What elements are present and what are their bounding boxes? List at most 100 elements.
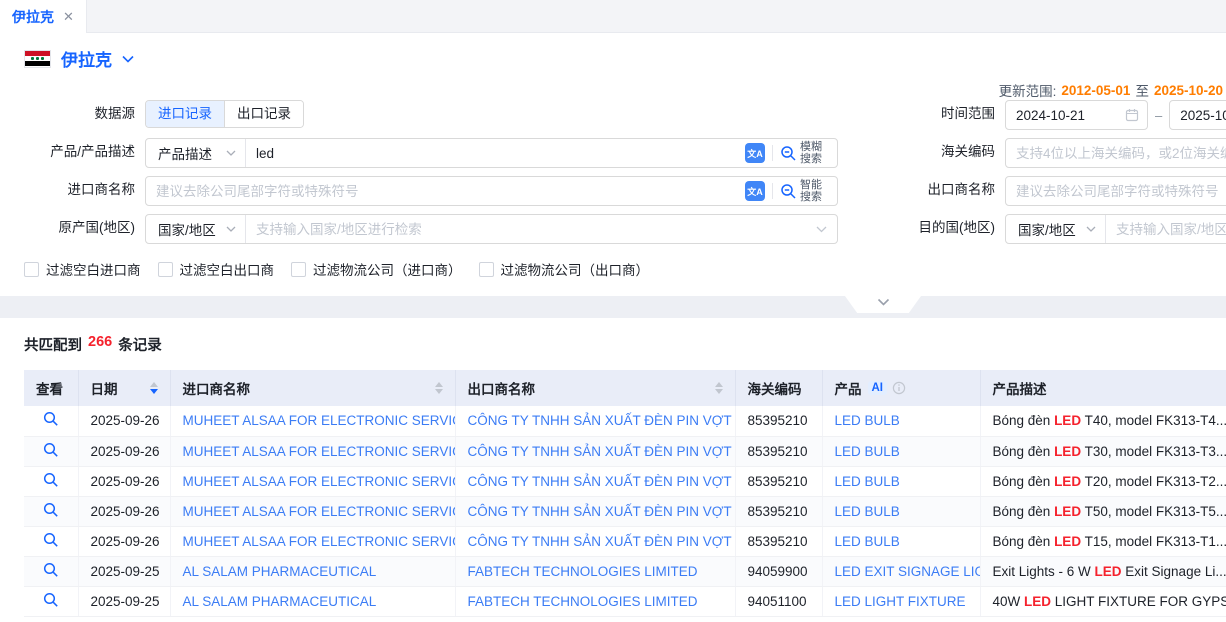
exporter-input[interactable] — [1006, 177, 1226, 205]
exporter-link[interactable]: FABTECH TECHNOLOGIES LIMITED — [455, 586, 735, 616]
col-header-importer[interactable]: 进口商名称 — [170, 370, 455, 406]
importer-search-input[interactable] — [146, 177, 736, 205]
col-header-date[interactable]: 日期 — [78, 370, 170, 406]
product-link[interactable]: LED BULB — [822, 526, 980, 556]
checkbox-filter-logistics-importer[interactable]: 过滤物流公司（进口商） — [291, 259, 462, 279]
calendar-icon[interactable] — [1125, 108, 1147, 122]
exporter-link[interactable]: FABTECH TECHNOLOGIES LIMITED — [455, 556, 735, 586]
destination-select[interactable]: 国家/地区 — [1006, 215, 1106, 243]
col-header-exporter[interactable]: 出口商名称 — [455, 370, 735, 406]
view-record-icon[interactable] — [43, 442, 59, 458]
hs-code-value: 85395210 — [735, 466, 822, 496]
record-date: 2025-09-26 — [78, 466, 170, 496]
col-header-description: 产品描述 — [980, 370, 1226, 406]
importer-label: 进口商名称 — [0, 175, 135, 205]
importer-link[interactable]: MUHEET ALSAA FOR ELECTRONIC SERVICE... — [170, 406, 455, 436]
update-range-start: 2012-05-01 — [1061, 83, 1130, 98]
table-row: 2025-09-25 AL SALAM PHARMACEUTICAL FABTE… — [24, 556, 1226, 586]
product-link[interactable]: LED BULB — [822, 406, 980, 436]
date-start-input[interactable] — [1006, 101, 1125, 129]
product-description: Bóng đèn LED T50, model FK313-T5... — [980, 496, 1226, 526]
view-record-icon[interactable] — [43, 472, 59, 488]
divider — [772, 145, 773, 161]
exporter-link[interactable]: CÔNG TY TNHH SẢN XUẤT ĐÈN PIN VỢT ... — [455, 406, 735, 436]
sort-importer-icon[interactable] — [435, 382, 443, 394]
destination-box: 国家/地区 — [1005, 214, 1226, 244]
checkbox-filter-blank-exporter[interactable]: 过滤空白出口商 — [158, 259, 275, 279]
checkbox-filter-logistics-exporter[interactable]: 过滤物流公司（出口商） — [479, 259, 650, 279]
table-row: 2025-09-26 MUHEET ALSAA FOR ELECTRONIC S… — [24, 436, 1226, 466]
product-type-select[interactable]: 产品描述 — [146, 139, 246, 167]
product-search-input[interactable] — [246, 139, 736, 167]
col-header-view: 查看 — [24, 370, 78, 406]
origin-country-select[interactable]: 国家/地区 — [146, 215, 246, 243]
date-end-input[interactable] — [1170, 101, 1226, 129]
chevron-down-icon[interactable] — [122, 55, 134, 63]
view-record-icon[interactable] — [43, 502, 59, 518]
sort-exporter-icon[interactable] — [715, 382, 723, 394]
date-end-field[interactable] — [1169, 100, 1226, 130]
hs-code-value: 85395210 — [735, 406, 822, 436]
translate-icon[interactable]: 文A — [745, 181, 765, 201]
col-header-hs: 海关编码 — [735, 370, 822, 406]
importer-link[interactable]: AL SALAM PHARMACEUTICAL — [170, 556, 455, 586]
iraq-flag-icon — [24, 50, 51, 68]
tab-iraq[interactable]: 伊拉克 ✕ — [0, 0, 87, 33]
exporter-link[interactable]: CÔNG TY TNHH SẢN XUẤT ĐÈN PIN VỢT ... — [455, 436, 735, 466]
importer-link[interactable]: MUHEET ALSAA FOR ELECTRONIC SERVICE... — [170, 466, 455, 496]
origin-country-input[interactable] — [246, 215, 816, 243]
product-link[interactable]: LED BULB — [822, 496, 980, 526]
product-link[interactable]: LED BULB — [822, 436, 980, 466]
importer-link[interactable]: AL SALAM PHARMACEUTICAL — [170, 586, 455, 616]
view-record-icon[interactable] — [43, 592, 59, 608]
fuzzy-search-button[interactable]: 模糊搜索 — [780, 141, 828, 165]
time-range-picker: – — [1005, 100, 1226, 130]
data-source-label: 数据源 — [0, 99, 135, 129]
translate-icon[interactable]: 文A — [745, 143, 765, 163]
records-table: 查看 日期 进口商名称 出口商名称 海关编码 产品AI — [24, 370, 1226, 617]
country-header[interactable]: 伊拉克 — [24, 46, 134, 71]
hs-code-value: 94059900 — [735, 556, 822, 586]
importer-link[interactable]: MUHEET ALSAA FOR ELECTRONIC SERVICE... — [170, 436, 455, 466]
date-start-field[interactable] — [1005, 100, 1148, 130]
view-record-icon[interactable] — [43, 562, 59, 578]
checkbox-label: 过滤物流公司（进口商） — [313, 259, 462, 279]
product-link[interactable]: LED LIGHT FIXTURE — [822, 586, 980, 616]
hs-code-value: 94051100 — [735, 586, 822, 616]
export-records-tab[interactable]: 出口记录 — [224, 101, 303, 127]
hs-code-value: 85395210 — [735, 526, 822, 556]
hs-code-field[interactable] — [1005, 138, 1226, 168]
product-label: 产品/产品描述 — [0, 137, 135, 167]
checkbox-label: 过滤空白进口商 — [46, 259, 141, 279]
exporter-field[interactable] — [1005, 176, 1226, 206]
sort-date-icon[interactable] — [150, 382, 158, 394]
checkbox-filter-blank-importer[interactable]: 过滤空白进口商 — [24, 259, 141, 279]
view-record-icon[interactable] — [43, 532, 59, 548]
close-icon[interactable]: ✕ — [63, 9, 74, 25]
importer-link[interactable]: MUHEET ALSAA FOR ELECTRONIC SERVICE... — [170, 496, 455, 526]
exporter-link[interactable]: CÔNG TY TNHH SẢN XUẤT ĐÈN PIN VỢT ... — [455, 526, 735, 556]
checkbox-icon[interactable] — [158, 262, 173, 277]
checkbox-label: 过滤空白出口商 — [180, 259, 275, 279]
product-link[interactable]: LED BULB — [822, 466, 980, 496]
checkbox-icon[interactable] — [479, 262, 494, 277]
exporter-link[interactable]: CÔNG TY TNHH SẢN XUẤT ĐÈN PIN VỢT ... — [455, 496, 735, 526]
exporter-link[interactable]: CÔNG TY TNHH SẢN XUẤT ĐÈN PIN VỢT ... — [455, 466, 735, 496]
checkbox-icon[interactable] — [24, 262, 39, 277]
importer-link[interactable]: MUHEET ALSAA FOR ELECTRONIC SERVICE... — [170, 526, 455, 556]
origin-country-box: 国家/地区 — [145, 214, 838, 244]
checkbox-icon[interactable] — [291, 262, 306, 277]
tab-title: 伊拉克 — [12, 7, 54, 27]
hs-code-input[interactable] — [1006, 139, 1226, 167]
import-records-tab[interactable]: 进口记录 — [146, 101, 224, 127]
collapse-panel-handle[interactable] — [845, 296, 921, 313]
product-link[interactable]: LED EXIT SIGNAGE LIG... — [822, 556, 980, 586]
destination-input[interactable] — [1106, 215, 1226, 243]
smart-search-label: 智能搜索 — [800, 179, 828, 203]
smart-search-button[interactable]: 智能搜索 — [780, 179, 828, 203]
origin-select-value: 国家/地区 — [158, 219, 216, 239]
view-record-icon[interactable] — [43, 411, 59, 427]
info-icon[interactable] — [892, 381, 906, 395]
hs-code-value: 85395210 — [735, 496, 822, 526]
chevron-down-icon[interactable] — [816, 226, 837, 233]
